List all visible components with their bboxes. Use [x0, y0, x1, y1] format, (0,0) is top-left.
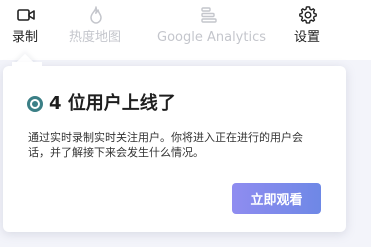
- app-stage: 录制 热度地图 Google Analytics 设置 4 位用户上线了 通过实…: [0, 0, 371, 247]
- nav-item-label: 录制: [12, 30, 39, 45]
- watch-now-button[interactable]: 立即观看: [232, 183, 321, 214]
- nav-item-google-analytics[interactable]: Google Analytics: [152, 0, 268, 60]
- nav-item-settings[interactable]: 设置: [286, 0, 330, 60]
- video-camera-icon: [17, 9, 35, 21]
- popover-title: 4 位用户上线了: [49, 93, 176, 114]
- popover-description: 通过实时录制实时关注用户。你将进入正在进行的用户会话，并了解接下来会发生什么情况…: [28, 131, 303, 159]
- nav-item-recordings[interactable]: 录制: [2, 0, 50, 60]
- live-status-icon: [27, 96, 43, 112]
- popover-pointer-cover: [12, 62, 42, 74]
- nav-item-label: Google Analytics: [157, 30, 267, 45]
- bar-stack-icon: [201, 7, 217, 23]
- nav-item-label: 热度地图: [69, 30, 122, 45]
- nav-item-heatmaps[interactable]: 热度地图: [66, 0, 128, 60]
- nav-item-label: 设置: [294, 30, 321, 45]
- flame-icon: [90, 6, 102, 24]
- top-navigation: 录制 热度地图 Google Analytics 设置: [0, 0, 371, 60]
- gear-icon: [299, 6, 317, 24]
